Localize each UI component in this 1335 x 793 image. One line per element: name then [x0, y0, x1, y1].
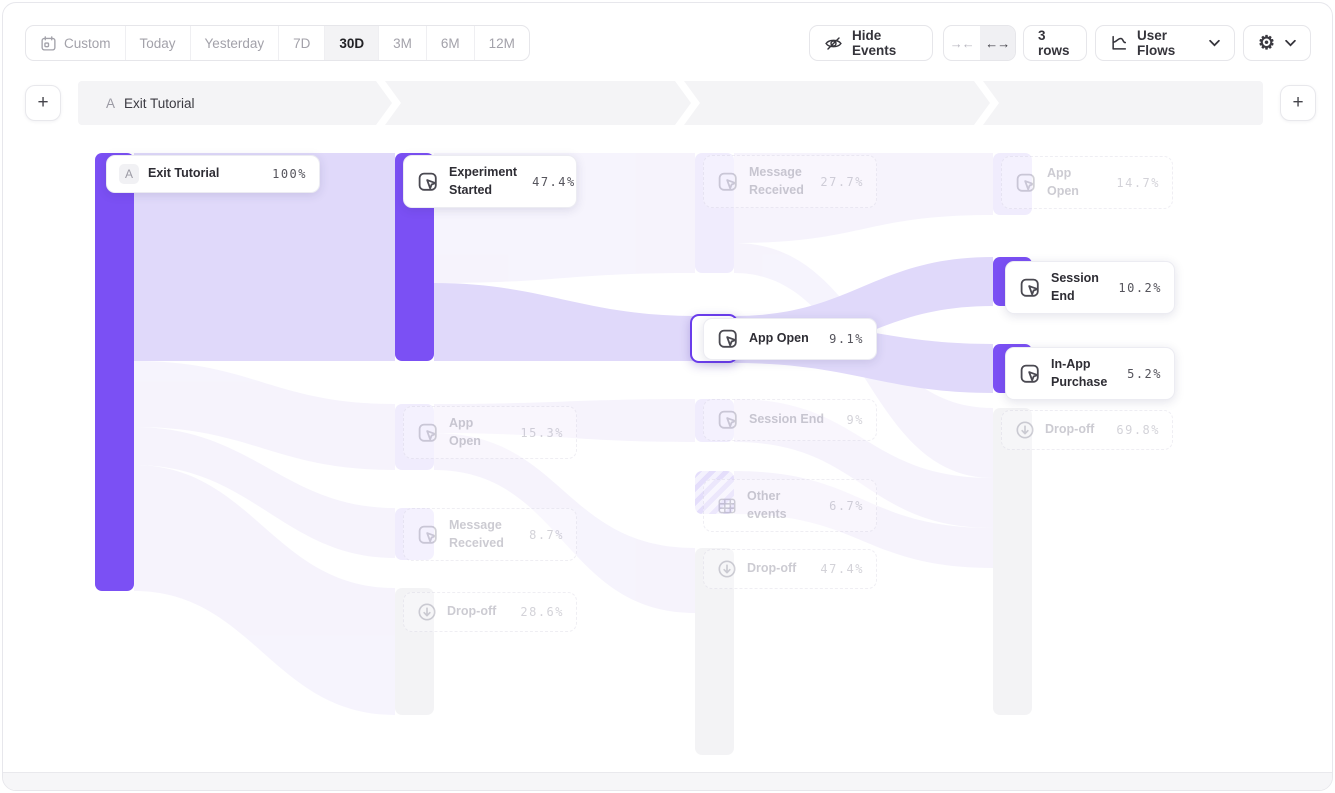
node-card-drop-off-3[interactable]: Drop-off 47.4%: [703, 549, 877, 589]
event-icon: [1018, 362, 1042, 386]
drop-off-icon: [1014, 419, 1036, 441]
node-card-session-end-3[interactable]: Session End 9%: [703, 399, 877, 441]
drop-off-icon: [416, 601, 438, 623]
node-bar-exit-tutorial[interactable]: [95, 153, 134, 591]
event-icon: [716, 408, 740, 432]
node-card-exit-tutorial[interactable]: A Exit Tutorial 100%: [106, 155, 320, 193]
node-card-in-app-purchase[interactable]: In-App Purchase 5.2%: [1005, 347, 1175, 400]
node-card-session-end-4[interactable]: Session End 10.2%: [1005, 261, 1175, 314]
user-flows-panel: Custom Today Yesterday 7D 30D 3M 6M 12M …: [2, 2, 1333, 791]
node-card-app-open-4[interactable]: App Open 14.7%: [1001, 156, 1173, 209]
event-icon: [416, 523, 440, 547]
event-icon: [716, 170, 740, 194]
other-events-icon: [716, 495, 738, 517]
sankey-flow-canvas: A Exit Tutorial 100% Experiment Started …: [3, 3, 1332, 790]
event-icon: [416, 170, 440, 194]
event-icon: [716, 327, 740, 351]
node-card-other-events[interactable]: Other events 6.7%: [703, 479, 877, 532]
event-icon: [1014, 171, 1038, 195]
event-letter-badge: A: [119, 164, 139, 184]
node-card-experiment-started[interactable]: Experiment Started 47.4%: [403, 155, 577, 208]
node-card-message-received-2[interactable]: Message Received 8.7%: [403, 508, 577, 561]
event-icon: [416, 421, 440, 445]
event-icon: [1018, 276, 1042, 300]
node-card-message-received-3[interactable]: Message Received 27.7%: [703, 155, 877, 208]
node-card-app-open-3-selected[interactable]: App Open 9.1%: [703, 318, 877, 360]
node-bar-drop-off-4[interactable]: [993, 408, 1032, 715]
node-card-app-open-2[interactable]: App Open 15.3%: [403, 406, 577, 459]
drop-off-icon: [716, 558, 738, 580]
node-card-drop-off-4[interactable]: Drop-off 69.8%: [1001, 410, 1173, 450]
node-card-drop-off-2[interactable]: Drop-off 28.6%: [403, 592, 577, 632]
